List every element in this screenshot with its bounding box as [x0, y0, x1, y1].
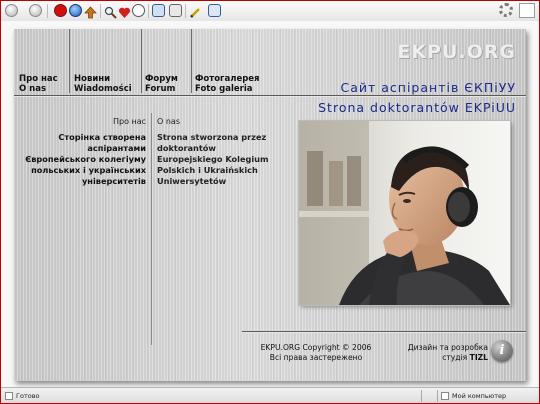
print-icon[interactable] — [169, 4, 182, 17]
copyright-text: EKPU.ORG Copyright © 2006 — [260, 343, 372, 352]
site-title-ua: Сайт аспірантів ЄКПіУУ — [340, 80, 516, 95]
intro-line: Uniwersytetów — [157, 176, 227, 186]
nav-label-pl: Foto galeria — [195, 84, 253, 94]
page-status-icon — [5, 392, 13, 400]
info-icon[interactable]: i — [491, 340, 513, 362]
footer-line-highlight — [242, 332, 526, 333]
intro-text-pl: Strona stworzona przez doktorantów Europ… — [157, 132, 287, 187]
loading-throbber-icon — [499, 3, 513, 17]
studio-name-link[interactable]: TIZL — [470, 353, 488, 362]
copyright-block: EKPU.ORG Copyright © 2006 Всі права заст… — [252, 343, 380, 363]
section-label-pl: O nas — [157, 117, 180, 126]
intro-line: польських і українських — [31, 165, 146, 175]
nav-item-gallery[interactable]: Фотогалерея Foto galeria — [195, 74, 260, 94]
favorites-icon[interactable] — [118, 4, 131, 18]
zone-text: Мой компьютер — [452, 392, 507, 400]
toolbar-separator — [148, 4, 149, 18]
page-viewport: EKPU.ORG Про нас O nas Новини Wiadomości… — [1, 21, 539, 387]
intro-line: Сторінка створена — [58, 132, 146, 142]
status-bar: Готово Мой компьютер — [1, 387, 539, 403]
nav-label-pl: O nas — [19, 84, 47, 94]
back-icon[interactable] — [5, 4, 18, 17]
design-line: Дизайн та розробка — [407, 343, 488, 352]
search-icon[interactable] — [104, 4, 117, 19]
nav-divider — [191, 29, 192, 93]
site-panel: EKPU.ORG Про нас O nas Новини Wiadomości… — [14, 29, 526, 381]
nav-label-ua: Новини — [74, 74, 111, 84]
intro-line: університетів — [81, 176, 146, 186]
nav-label-ua: Форум — [145, 74, 178, 84]
site-title-pl: Strona doktorantów EKPiUU — [318, 100, 516, 115]
forward-icon[interactable] — [29, 4, 42, 17]
history-icon[interactable] — [132, 4, 145, 17]
edit-icon[interactable] — [189, 4, 202, 18]
intro-line: Strona stworzona przez — [157, 132, 267, 142]
section-label-ua: Про нас — [113, 117, 147, 126]
intro-line: doktorantów — [157, 143, 216, 153]
status-separator — [437, 390, 438, 402]
windows-logo-icon — [519, 3, 535, 18]
toolbar-separator — [100, 4, 101, 18]
computer-zone-icon — [441, 392, 449, 400]
toolbar-separator — [185, 4, 186, 18]
headphones-photo — [299, 121, 510, 305]
nav-underline-highlight — [14, 96, 526, 97]
nav-item-news[interactable]: Новини Wiadomości — [74, 74, 132, 94]
intro-line: Europejskiego Kolegium — [157, 154, 269, 164]
site-logo: EKPU.ORG — [397, 41, 516, 63]
nav-label-ua: Про нас — [19, 74, 58, 84]
nav-label-pl: Wiadomości — [74, 84, 132, 94]
status-text: Готово — [16, 392, 40, 400]
rights-text: Всі права застережено — [269, 353, 363, 362]
column-divider — [151, 113, 152, 345]
design-credit: Дизайн та розробка студія TIZL — [386, 343, 488, 363]
status-separator — [421, 390, 422, 402]
intro-line: Polskich i Ukraińskich — [157, 165, 258, 175]
design-studio-line: студія TIZL — [386, 353, 488, 363]
browser-toolbar — [1, 1, 539, 22]
nav-item-forum[interactable]: Форум Forum — [145, 74, 178, 94]
intro-text-ua: Сторінка створена аспірантами Європейськ… — [18, 132, 146, 187]
nav-label-ua: Фотогалерея — [195, 74, 260, 84]
intro-line: аспірантами — [87, 143, 146, 153]
mail-icon[interactable] — [152, 4, 165, 17]
discuss-icon[interactable] — [208, 4, 221, 17]
stop-icon[interactable] — [54, 4, 67, 17]
up-icon[interactable] — [84, 4, 97, 19]
intro-line: Європейського колегіуму — [25, 154, 146, 164]
nav-item-about[interactable]: Про нас O nas — [19, 74, 58, 94]
nav-divider — [69, 29, 70, 93]
browser-window: EKPU.ORG Про нас O nas Новини Wiadomości… — [0, 0, 540, 404]
nav-divider — [141, 29, 142, 93]
studio-prefix: студія — [442, 353, 468, 362]
nav-label-pl: Forum — [145, 84, 176, 94]
toolbar-separator — [47, 4, 48, 18]
home-globe-icon[interactable] — [69, 4, 82, 17]
